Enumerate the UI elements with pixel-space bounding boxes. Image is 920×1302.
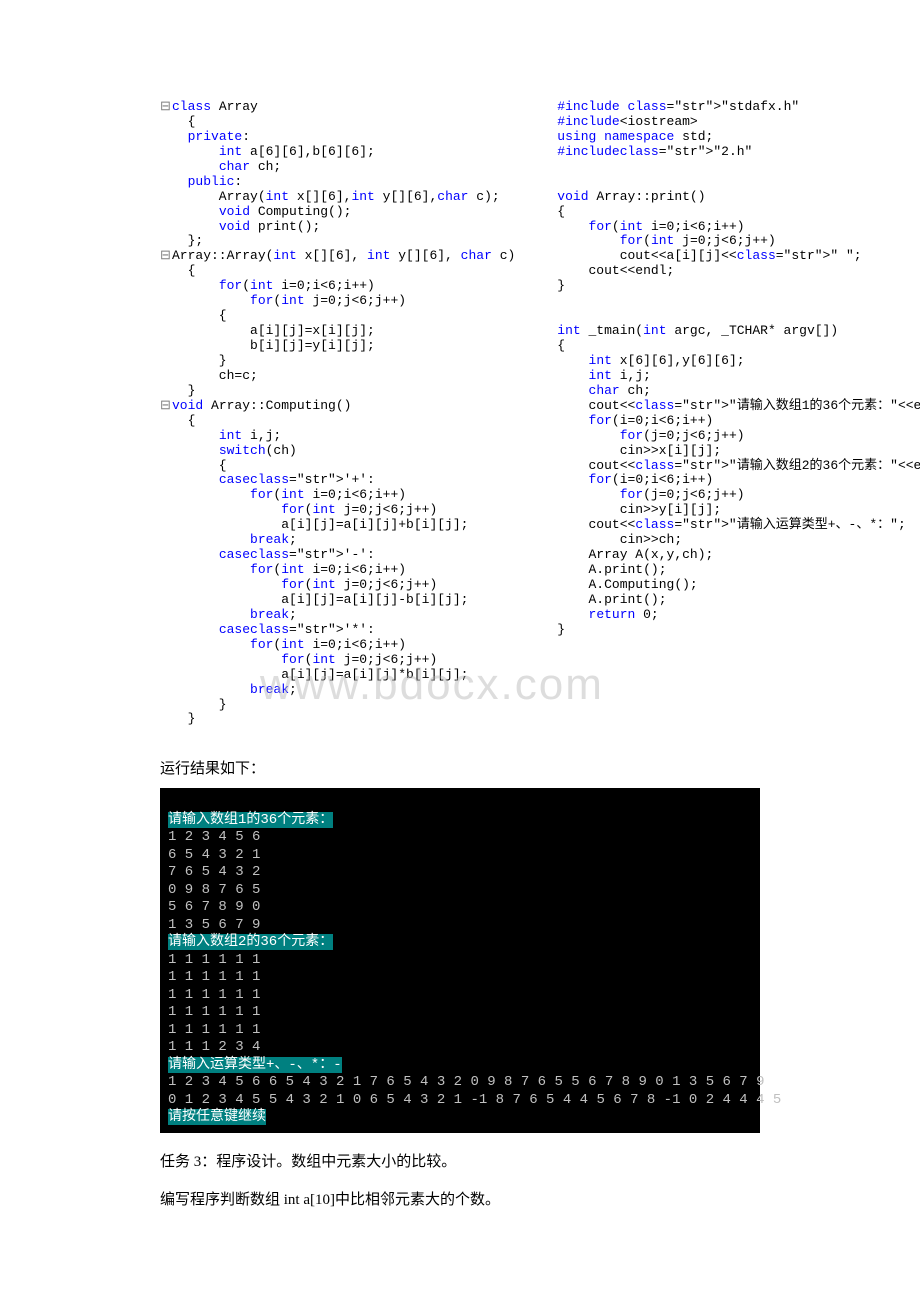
console-line: 1 1 1 1 1 1 xyxy=(168,1022,260,1038)
document-page: www.bdocx.com ⊟class Array { private: in… xyxy=(0,0,920,1255)
console-line: 1 1 1 1 1 1 xyxy=(168,952,260,968)
console-prompt: 请输入数组2的36个元素： xyxy=(168,934,333,950)
console-line: 0 9 8 7 6 5 xyxy=(168,882,260,898)
console-line: 5 6 7 8 9 0 xyxy=(168,899,260,915)
console-line: 1 1 1 2 3 4 xyxy=(168,1039,260,1055)
console-line: 0 1 2 3 4 5 5 4 3 2 1 0 6 5 4 3 2 1 -1 8… xyxy=(168,1092,781,1108)
task-description-1: 任务 3：程序设计。数组中元素大小的比较。 xyxy=(160,1147,760,1177)
console-line: 1 1 1 1 1 1 xyxy=(168,1004,260,1020)
console-line: 1 2 3 4 5 6 6 5 4 3 2 1 7 6 5 4 3 2 0 9 … xyxy=(168,1074,765,1090)
run-result-heading: 运行结果如下： xyxy=(160,757,760,778)
console-prompt: 请输入运算类型+、-、*：- xyxy=(168,1057,342,1073)
console-line: 6 5 4 3 2 1 xyxy=(168,847,260,863)
console-prompt: 请输入数组1的36个元素： xyxy=(168,812,333,828)
console-line: 1 1 1 1 1 1 xyxy=(168,969,260,985)
console-line: 1 3 5 6 7 9 xyxy=(168,917,260,933)
task-description-2: 编写程序判断数组 int a[10]中比相邻元素大的个数。 xyxy=(160,1185,760,1215)
code-listing: ⊟class Array { private: int a[6][6],b[6]… xyxy=(160,100,760,727)
code-column-left: ⊟class Array { private: int a[6][6],b[6]… xyxy=(160,100,515,727)
console-line: 7 6 5 4 3 2 xyxy=(168,864,260,880)
code-column-right: #include class="str">"stdafx.h" #include… xyxy=(545,100,920,727)
console-prompt: 请按任意键继续 xyxy=(168,1109,266,1125)
console-line: 1 2 3 4 5 6 xyxy=(168,829,260,845)
console-output: 请输入数组1的36个元素： 1 2 3 4 5 6 6 5 4 3 2 1 7 … xyxy=(160,788,760,1133)
console-line: 1 1 1 1 1 1 xyxy=(168,987,260,1003)
